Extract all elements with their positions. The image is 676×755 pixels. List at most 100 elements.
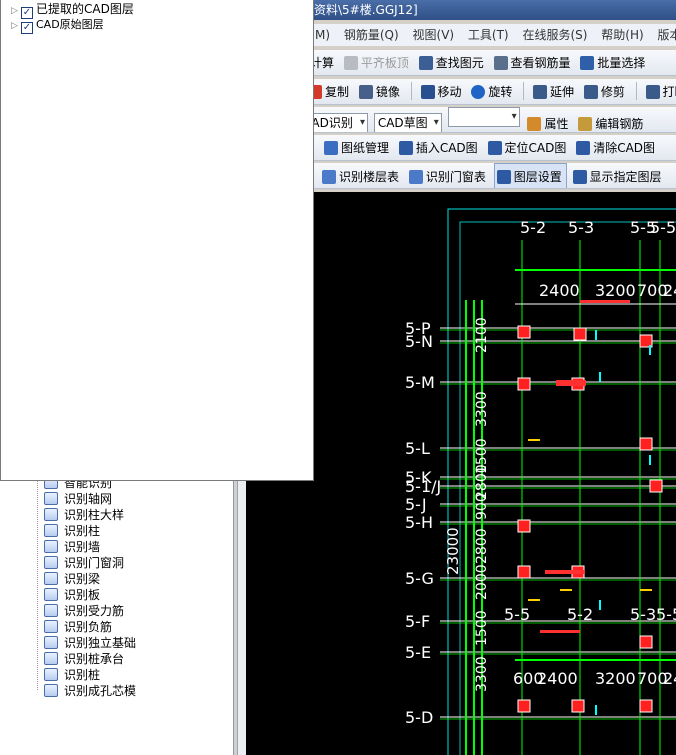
nav-item-recognize-axis-grid[interactable]: 识别轴网 bbox=[44, 491, 112, 507]
layer-tree-item-original[interactable]: ▷ ✓ CAD原始图层 bbox=[11, 17, 104, 34]
nav-item-label: 识别板 bbox=[64, 588, 101, 602]
find-element-button[interactable]: 查找图元 bbox=[417, 50, 488, 75]
nav-item-recognize-slab[interactable]: 识别板 bbox=[44, 587, 100, 603]
menu-item-help[interactable]: 帮助(H) bbox=[596, 24, 648, 46]
properties-button[interactable]: 属性 bbox=[525, 111, 572, 132]
recognize-slab-icon bbox=[44, 588, 58, 601]
recognize-floor-table-button[interactable]: 识别楼层表 bbox=[300, 164, 403, 188]
checkbox-icon[interactable]: ✓ bbox=[21, 22, 33, 34]
mid-axis-label: 5-2 bbox=[567, 605, 593, 624]
insert-cad-button[interactable]: 插入CAD图 bbox=[397, 135, 482, 160]
column-symbol bbox=[517, 325, 531, 339]
top-dimension-value: 2400 bbox=[539, 281, 580, 300]
recognize-door-window-opening-icon bbox=[44, 556, 58, 569]
axis-label-5-n: 5-N bbox=[405, 332, 433, 351]
nav-item-recognize-hole-core-form[interactable]: 识别成孔芯模 bbox=[44, 683, 136, 699]
axis-label-5-l: 5-L bbox=[405, 439, 430, 458]
menu-item-tools[interactable]: 工具(T) bbox=[463, 24, 514, 46]
nav-item-label: 识别桩承台 bbox=[64, 652, 125, 666]
column-symbol bbox=[649, 479, 663, 493]
total-dimension-value: 23000 bbox=[444, 527, 462, 575]
nav-item-recognize-isolated-footing[interactable]: 识别独立基础 bbox=[44, 635, 136, 651]
toolbar-cad-mode: CAD识别 CAD草图 属性 编辑钢筋 bbox=[300, 107, 676, 133]
element-type-combo[interactable] bbox=[447, 107, 520, 127]
trim-button[interactable]: 修剪 bbox=[582, 79, 629, 104]
nav-item-label: 识别门窗洞 bbox=[64, 556, 125, 570]
layer-tree-dialog: ▷ ✓ 已提取的CAD图层 ▷ ✓ CAD原始图层 bbox=[0, 0, 314, 481]
cad-sketch-combo[interactable]: CAD草图 bbox=[373, 113, 442, 132]
column-symbol bbox=[517, 377, 531, 391]
wall-segment bbox=[545, 570, 585, 574]
recognize-column-detail-icon bbox=[44, 508, 58, 521]
menu-item-version[interactable]: 版本号(B) bbox=[652, 24, 676, 46]
layer-settings-button[interactable]: 图层设置 bbox=[493, 163, 567, 188]
nav-item-label: 识别桩 bbox=[64, 668, 101, 682]
rotate-button[interactable]: 旋转 bbox=[469, 79, 516, 104]
break-icon bbox=[645, 85, 660, 99]
nav-item-recognize-beam[interactable]: 识别梁 bbox=[44, 571, 100, 587]
axis-label-5-g: 5-G bbox=[405, 569, 434, 588]
toolbar-cad-recognize: 识别楼层表 识别门窗表 图层设置 显示指定图层 bbox=[300, 163, 676, 189]
batch-select-button[interactable]: 批量选择 bbox=[578, 50, 649, 75]
layer-settings-icon bbox=[496, 170, 511, 184]
nav-item-label: 识别负筋 bbox=[64, 620, 113, 634]
recognize-pile-cap-icon bbox=[44, 652, 58, 665]
recognize-hole-core-form-icon bbox=[44, 684, 58, 697]
menu-item-rebar-quantity[interactable]: 钢筋量(Q) bbox=[339, 24, 404, 46]
break-button[interactable]: 打断 bbox=[644, 79, 676, 104]
mid-axis-label: 5-3 bbox=[630, 605, 656, 624]
clear-cad-icon bbox=[576, 141, 591, 155]
view-rebar-quantity-button[interactable]: 查看钢筋量 bbox=[492, 50, 575, 75]
locate-cad-button[interactable]: 定位CAD图 bbox=[486, 135, 571, 160]
extend-button[interactable]: 延伸 bbox=[531, 79, 578, 104]
axis-label-5-m: 5-M bbox=[405, 373, 435, 392]
batch-select-icon bbox=[580, 56, 595, 70]
recognize-negative-rebar-icon bbox=[44, 620, 58, 633]
toolbar-edit: 复制 镜像 移动 旋转 延伸 修剪 打断 bbox=[300, 79, 676, 105]
nav-item-recognize-wall[interactable]: 识别墙 bbox=[44, 539, 100, 555]
toolbar-separator bbox=[410, 82, 412, 100]
recognize-wall-icon bbox=[44, 540, 58, 553]
toolbar-cad-drawing: 图纸管理 插入CAD图 定位CAD图 清除CAD图 bbox=[300, 135, 676, 161]
layer-tree-item-extracted[interactable]: ▷ ✓ 已提取的CAD图层 bbox=[11, 2, 134, 19]
bottom-dimension-value: 3200 bbox=[595, 669, 636, 688]
nav-item-recognize-pile-cap[interactable]: 识别桩承台 bbox=[44, 651, 124, 667]
expand-icon[interactable]: ▷ bbox=[11, 19, 21, 33]
flush-icon bbox=[343, 56, 358, 70]
column-symbol bbox=[573, 327, 587, 341]
tree-guide-line bbox=[37, 478, 38, 690]
mirror-button[interactable]: 镜像 bbox=[357, 79, 404, 104]
edit-rebar-button[interactable]: 编辑钢筋 bbox=[576, 111, 647, 132]
recognize-beam-icon bbox=[44, 572, 58, 585]
column-symbol bbox=[517, 519, 531, 533]
glasses-icon bbox=[493, 56, 508, 70]
toolbar-separator bbox=[635, 82, 637, 100]
axis-label-5-h: 5-H bbox=[405, 513, 433, 532]
nav-item-recognize-main-rebar[interactable]: 识别受力筋 bbox=[44, 603, 124, 619]
column-symbol bbox=[639, 437, 653, 451]
mid-axis-label: 5-5 bbox=[656, 605, 676, 624]
window-title-bar: 资料\5#楼.GGJ12] bbox=[300, 0, 676, 20]
recognize-door-window-table-button[interactable]: 识别门窗表 bbox=[407, 164, 490, 188]
menu-item-view[interactable]: 视图(V) bbox=[408, 24, 460, 46]
trim-icon bbox=[583, 85, 598, 99]
show-specified-layer-button[interactable]: 显示指定图层 bbox=[571, 164, 666, 188]
layer-tree-label: 已提取的CAD图层 bbox=[36, 2, 134, 16]
move-button[interactable]: 移动 bbox=[419, 79, 466, 104]
vertical-dimension-value: 900 bbox=[474, 493, 490, 520]
nav-item-recognize-pile[interactable]: 识别桩 bbox=[44, 667, 100, 683]
nav-item-recognize-column-detail[interactable]: 识别柱大样 bbox=[44, 507, 124, 523]
nav-item-recognize-door-window-opening[interactable]: 识别门窗洞 bbox=[44, 555, 124, 571]
clear-cad-button[interactable]: 清除CAD图 bbox=[574, 135, 659, 160]
menu-item-online-service[interactable]: 在线服务(S) bbox=[517, 24, 592, 46]
flush-slab-top-button[interactable]: 平齐板顶 bbox=[342, 50, 413, 75]
insert-cad-icon bbox=[398, 141, 413, 155]
expand-icon[interactable]: ▷ bbox=[11, 4, 21, 18]
nav-item-recognize-negative-rebar[interactable]: 识别负筋 bbox=[44, 619, 112, 635]
column-symbol bbox=[571, 699, 585, 713]
wall-segment bbox=[580, 300, 630, 303]
vertical-dimension-value: 2100 bbox=[474, 317, 490, 353]
column-symbol bbox=[639, 699, 653, 713]
locate-cad-icon bbox=[487, 141, 502, 155]
nav-item-recognize-column[interactable]: 识别柱 bbox=[44, 523, 100, 539]
